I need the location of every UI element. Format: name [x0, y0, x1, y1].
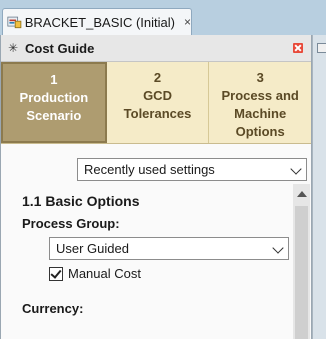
- step-label-line: GCD: [143, 88, 172, 103]
- manual-cost-label: Manual Cost: [68, 266, 141, 281]
- panel-title: Cost Guide: [25, 40, 95, 56]
- step-number: 1: [50, 72, 58, 87]
- vertical-scrollbar[interactable]: [293, 184, 310, 339]
- chevron-down-icon: [290, 163, 302, 175]
- step-number: 3: [256, 70, 264, 85]
- currency-label: Currency:: [22, 301, 84, 316]
- step-label-line: Tolerances: [123, 106, 192, 121]
- step-label-line: Production: [19, 90, 89, 105]
- maximize-icon[interactable]: [317, 43, 326, 53]
- chevron-down-icon: [272, 242, 284, 254]
- process-group-dropdown[interactable]: User Guided: [49, 237, 289, 260]
- scrollbar-thumb[interactable]: [295, 206, 308, 339]
- process-group-value: User Guided: [56, 241, 129, 256]
- part-document-icon: [7, 16, 22, 29]
- section-title: 1.1 Basic Options: [22, 193, 140, 209]
- step-label-line: Options: [235, 124, 285, 139]
- step-tab-gcd-tolerances[interactable]: 2 GCD Tolerances: [107, 62, 210, 143]
- document-tab[interactable]: BRACKET_BASIC (Initial) ×: [2, 8, 192, 35]
- step-label-line: Scenario: [26, 108, 82, 123]
- step-label-line: Process and: [221, 88, 299, 103]
- manual-cost-checkbox[interactable]: [49, 266, 63, 281]
- step-tab-process-machine-options[interactable]: 3 Process and Machine Options: [209, 62, 311, 143]
- step-tabs: 1 Production Scenario 2 GCD Tolerances 3…: [1, 62, 311, 144]
- document-tab-strip: BRACKET_BASIC (Initial) ×: [0, 0, 326, 35]
- close-panel-icon[interactable]: [293, 43, 303, 53]
- right-edge-panel: [312, 35, 326, 339]
- cost-guide-panel: ✳ Cost Guide 1 Production Scenario 2 GCD…: [0, 35, 312, 339]
- settings-dropdown-value: Recently used settings: [84, 162, 215, 177]
- step-number: 2: [153, 70, 162, 85]
- step-label-line: Machine: [234, 106, 287, 121]
- cost-guide-icon: ✳: [8, 41, 19, 55]
- close-tab-icon[interactable]: ×: [184, 15, 191, 29]
- scroll-up-arrow-icon[interactable]: [297, 191, 307, 197]
- settings-dropdown[interactable]: Recently used settings: [77, 158, 307, 181]
- options-content: Recently used settings 1.1 Basic Options…: [1, 144, 311, 339]
- step-tab-production-scenario[interactable]: 1 Production Scenario: [1, 62, 107, 143]
- manual-cost-row[interactable]: Manual Cost: [49, 266, 141, 281]
- process-group-label: Process Group:: [22, 216, 120, 231]
- panel-header: ✳ Cost Guide: [1, 35, 311, 62]
- document-tab-title: BRACKET_BASIC (Initial): [24, 14, 175, 30]
